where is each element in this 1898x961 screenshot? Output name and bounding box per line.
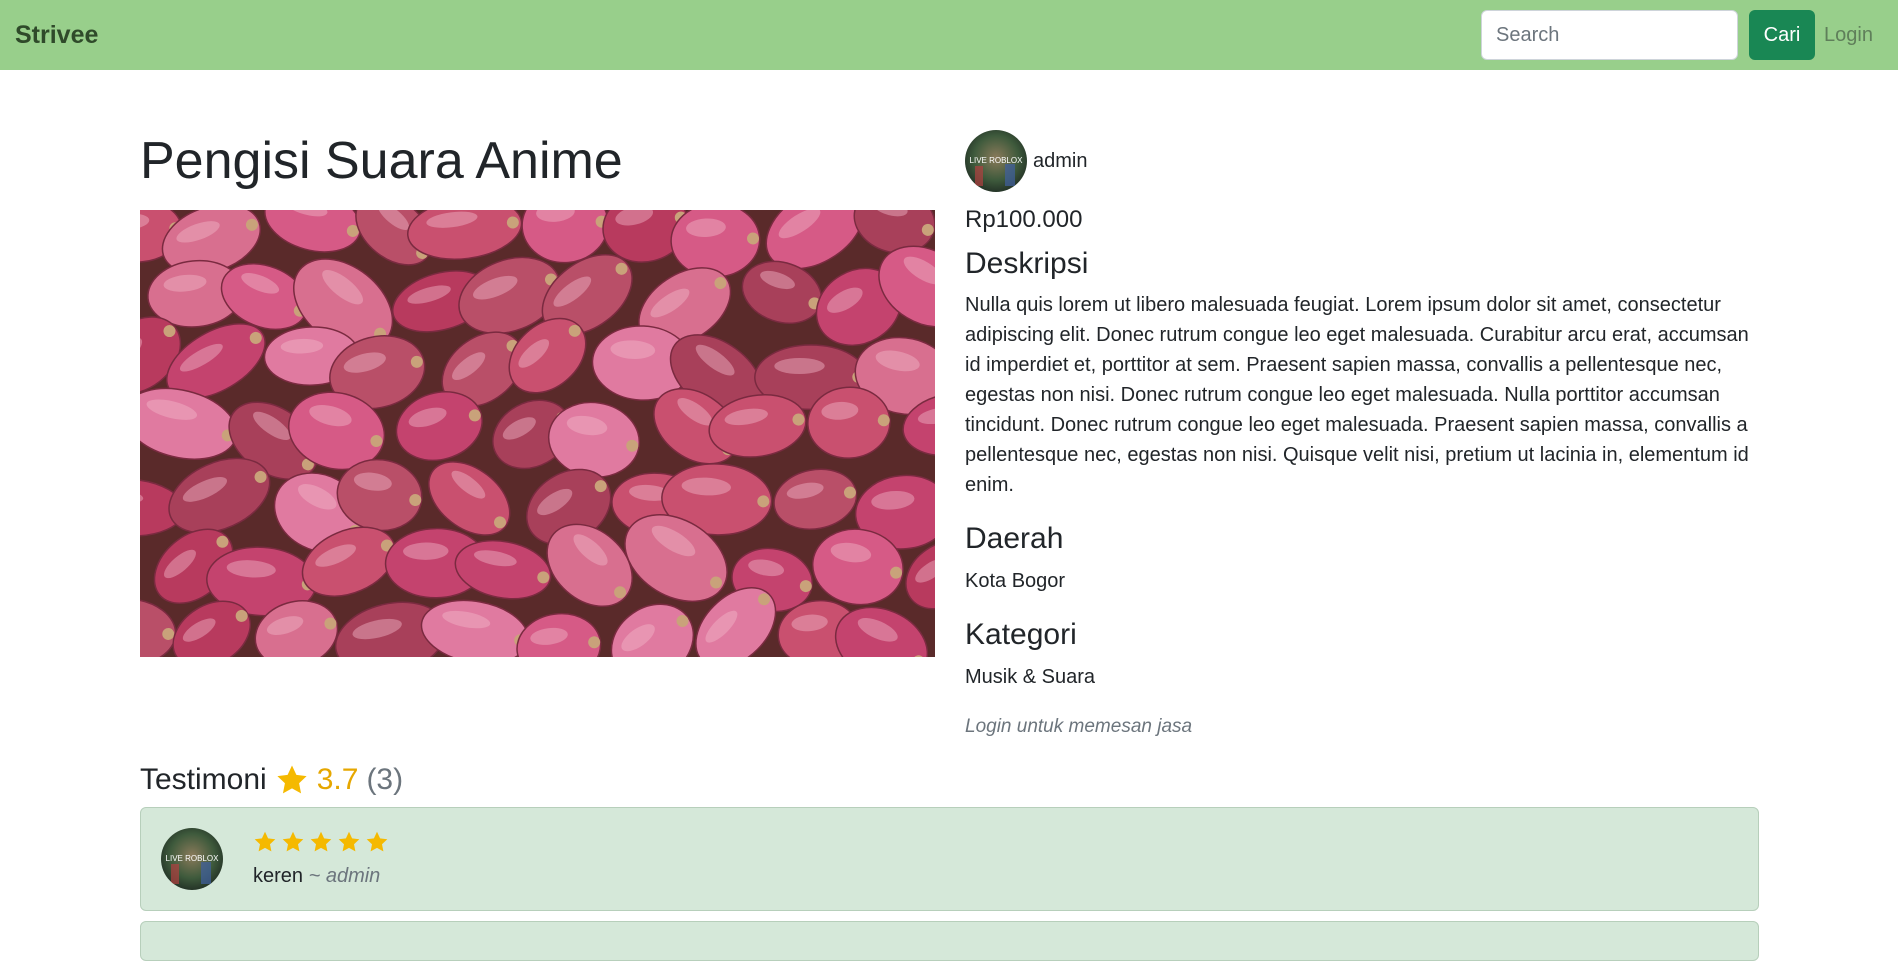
description-text: Nulla quis lorem ut libero malesuada feu… bbox=[965, 294, 1749, 496]
category-heading: Kategori bbox=[965, 618, 1077, 651]
review-text: keren bbox=[253, 865, 304, 887]
testimonial-card bbox=[140, 921, 1759, 961]
search-button[interactable]: Cari bbox=[1749, 10, 1815, 60]
review-text-row: keren ~ admin bbox=[253, 863, 380, 889]
star-icon bbox=[277, 765, 307, 794]
rating-stars bbox=[253, 830, 389, 854]
star-icon bbox=[309, 830, 333, 854]
testimonials-heading: Testimoni bbox=[140, 763, 267, 796]
star-icon bbox=[337, 830, 361, 854]
category-value: Musik & Suara bbox=[965, 666, 1096, 688]
login-note: Login untuk memesan jasa bbox=[965, 716, 1193, 737]
login-link[interactable]: Login bbox=[1824, 22, 1873, 48]
price: Rp100.000 bbox=[965, 206, 1083, 233]
review-author: ~ admin bbox=[308, 865, 381, 887]
search-input[interactable] bbox=[1481, 10, 1738, 60]
page-title: Pengisi Suara Anime bbox=[140, 132, 623, 190]
avatar-text: LIVE ROBLOX bbox=[166, 854, 220, 863]
seller-avatar[interactable]: LIVE ROBLOX bbox=[965, 130, 1027, 192]
region-value: Kota Bogor bbox=[965, 570, 1066, 592]
description-heading: Deskripsi bbox=[965, 247, 1089, 280]
star-icon bbox=[253, 830, 277, 854]
brand-logo[interactable]: Strivee bbox=[15, 20, 98, 50]
reviewer-avatar: LIVE ROBLOX bbox=[161, 828, 223, 890]
star-icon bbox=[365, 830, 389, 854]
testimonials-heading-row: Testimoni 3.7 (3) bbox=[140, 760, 403, 800]
review-count: (3) bbox=[366, 763, 404, 796]
average-rating: 3.7 bbox=[316, 763, 359, 796]
star-icon bbox=[281, 830, 305, 854]
avatar-text: LIVE ROBLOX bbox=[970, 156, 1024, 165]
region-heading: Daerah bbox=[965, 522, 1064, 555]
navbar: Strivee Cari Login bbox=[0, 0, 1898, 70]
seller-name[interactable]: admin bbox=[1033, 150, 1087, 173]
product-image bbox=[140, 210, 935, 657]
seller-info: LIVE ROBLOX admin bbox=[965, 130, 1087, 192]
testimonial-card: LIVE ROBLOX keren ~ admin bbox=[140, 807, 1759, 911]
